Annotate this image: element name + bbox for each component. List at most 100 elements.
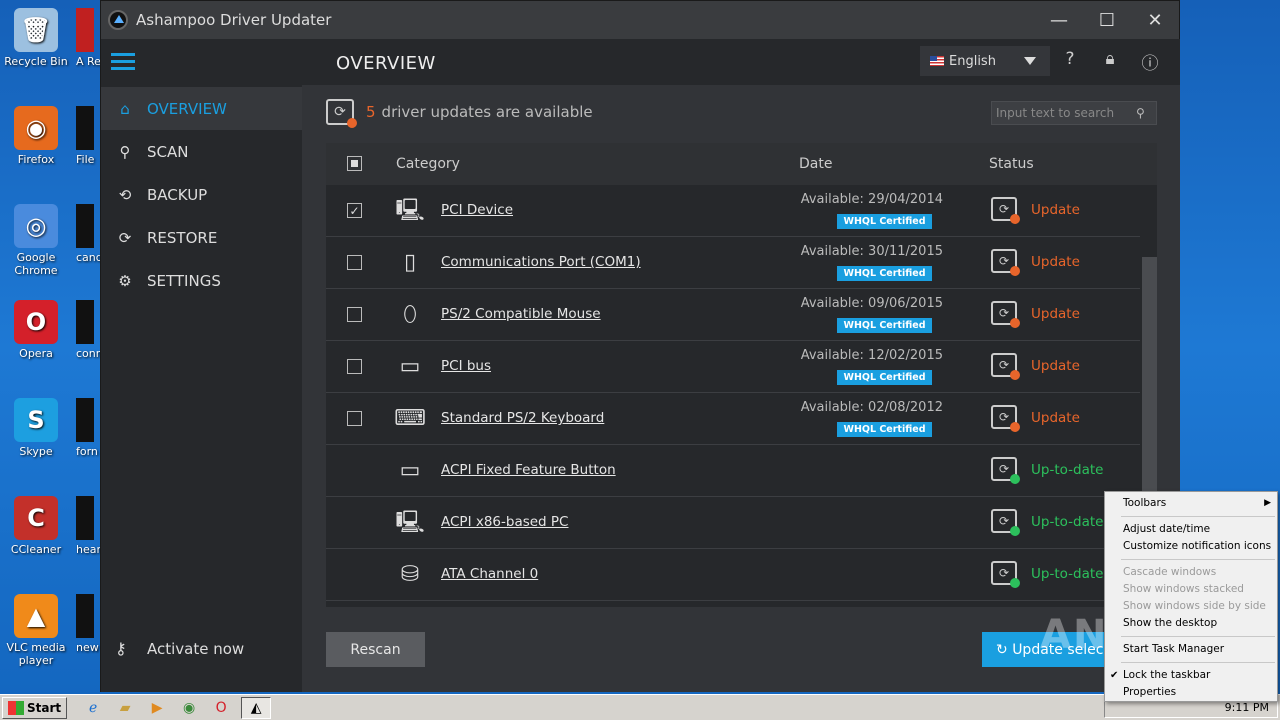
menu-item-label: Show windows side by side <box>1123 600 1266 612</box>
menu-item[interactable]: Adjust date/time <box>1105 521 1277 538</box>
info-icon[interactable]: ⓘ <box>1138 49 1162 74</box>
lock-icon[interactable]: 🔒︎ <box>1098 49 1122 73</box>
menu-item[interactable]: Customize notification icons <box>1105 538 1277 555</box>
menu-item-label: Cascade windows <box>1123 566 1217 578</box>
driver-updater-taskbar-icon[interactable]: ◭ <box>241 696 272 719</box>
partial-desktop-icon[interactable]: A Re <box>76 8 102 68</box>
driver-status[interactable]: Update <box>1031 202 1080 218</box>
driver-status[interactable]: Update <box>1031 410 1080 426</box>
sidebar-item-restore[interactable]: ⟳ RESTORE <box>101 216 302 259</box>
table-row[interactable]: ⛁ ATA Channel 0 ⟳ Up-to-date <box>326 549 1140 601</box>
driver-status[interactable]: Update <box>1031 306 1080 322</box>
sidebar-item-settings[interactable]: ⚙ SETTINGS <box>101 259 302 302</box>
desktop-icon-label: cand <box>76 251 102 264</box>
row-checkbox[interactable] <box>347 411 362 426</box>
partial-desktop-icon[interactable]: new <box>76 594 102 654</box>
chevron-down-icon <box>1024 57 1036 65</box>
rescan-button[interactable]: Rescan <box>326 632 425 667</box>
summary-line: ⟳ 5 driver updates are available <box>326 99 593 128</box>
partial-desktop-icon[interactable]: forn <box>76 398 102 458</box>
row-checkbox[interactable] <box>347 307 362 322</box>
language-label: English <box>949 53 996 69</box>
desktop-icon[interactable]: ▲ VLC media player <box>0 594 72 667</box>
desktop-icon[interactable]: O Opera <box>0 300 72 360</box>
gear-icon: ⚙ <box>118 271 132 290</box>
close-button[interactable]: ✕ <box>1131 1 1179 39</box>
hamburger-menu-icon[interactable] <box>111 53 135 71</box>
device-name-link[interactable]: ACPI Fixed Feature Button <box>441 462 616 478</box>
device-name-link[interactable]: PCI bus <box>441 358 491 374</box>
menu-item[interactable]: ✔ Lock the taskbar <box>1105 667 1277 684</box>
maximize-button[interactable]: ☐ <box>1083 1 1131 39</box>
desktop-icon[interactable]: S Skype <box>0 398 72 458</box>
menu-item[interactable]: Toolbars ▶ <box>1105 495 1277 512</box>
menu-item[interactable]: Show the desktop <box>1105 615 1277 632</box>
explorer-folder-icon[interactable]: ▰ <box>113 697 137 719</box>
device-name-link[interactable]: PS/2 Compatible Mouse <box>441 306 601 322</box>
row-checkbox[interactable] <box>347 255 362 270</box>
clock[interactable]: 9:11 PM <box>1225 701 1269 714</box>
driver-status[interactable]: Update <box>1031 358 1080 374</box>
sidebar: ⌂ OVERVIEW ⚲ SCAN ⟲ BACKUP ⟳ RESTORE ⚙ SETTINGS ⚷… <box>101 39 302 692</box>
column-category: Category <box>396 156 460 172</box>
desktop-icon[interactable]: C CCleaner <box>0 496 72 556</box>
driver-status: Up-to-date <box>1031 514 1104 530</box>
table-row[interactable]: ⌨ Standard PS/2 Keyboard Available: 02/08/… <box>326 393 1140 445</box>
partial-desktop-icon[interactable]: hear <box>76 496 102 556</box>
row-checkbox[interactable] <box>347 359 362 374</box>
partial-desktop-icon[interactable]: conn <box>76 300 102 360</box>
app-window: Ashampoo Driver Updater — ☐ ✕ ⌂ OVERVIEW ⚲… <box>100 0 1180 692</box>
menu-item-label: Customize notification icons <box>1123 540 1272 552</box>
desktop-icon-label: Recycle Bin <box>4 55 68 68</box>
menu-item[interactable]: Properties <box>1105 684 1277 701</box>
pc-tower-icon: 🖳 <box>395 198 425 223</box>
device-name-link[interactable]: ACPI x86-based PC <box>441 514 569 530</box>
partial-desktop-icon[interactable]: cand <box>76 204 102 264</box>
search-icon[interactable]: ⚲ <box>1136 106 1156 120</box>
table-row[interactable]: ✓ 🖳 PCI Device Available: 29/04/2014 WHQL Ce… <box>326 185 1140 237</box>
partial-desktop-icon[interactable]: File <box>76 106 102 166</box>
whql-badge: WHQL Certified <box>837 214 932 229</box>
table-row[interactable]: ⬯ PS/2 Compatible Mouse Available: 09/06/2… <box>326 289 1140 341</box>
driver-status[interactable]: Update <box>1031 254 1080 270</box>
minimize-button[interactable]: — <box>1035 1 1083 39</box>
driver-status-icon: ⟳ <box>991 561 1020 588</box>
activate-now-link[interactable]: ⚷ Activate now <box>115 639 244 658</box>
desktop-icon[interactable]: ◎ Google Chrome <box>0 204 72 277</box>
table-row[interactable]: ▯ Communications Port (COM1) Available: 30… <box>326 237 1140 289</box>
search-input[interactable] <box>992 106 1136 120</box>
row-checkbox[interactable]: ✓ <box>347 203 362 218</box>
menu-separator <box>1121 636 1275 637</box>
desktop-icon-label: Skype <box>19 445 53 458</box>
recycle-bin-icon: 🗑 <box>14 8 58 52</box>
table-row[interactable]: 🖳 ACPI x86-based PC ⟳ Up-to-date <box>326 497 1140 549</box>
sidebar-item-backup[interactable]: ⟲ BACKUP <box>101 173 302 216</box>
media-player-icon[interactable]: ▶ <box>145 697 169 719</box>
table-row[interactable]: ▭ ACPI Fixed Feature Button ⟳ Up-to-date <box>326 445 1140 497</box>
language-select[interactable]: English <box>920 46 1050 76</box>
device-name-link[interactable]: ATA Channel 0 <box>441 566 538 582</box>
start-button[interactable]: Start <box>2 696 68 719</box>
title-bar[interactable]: Ashampoo Driver Updater — ☐ ✕ <box>101 1 1179 39</box>
desktop-icon[interactable]: ◉ Firefox <box>0 106 72 166</box>
table-row[interactable]: ▭ PCI bus Available: 12/02/2015 WHQL Certif… <box>326 341 1140 393</box>
opera-icon: O <box>14 300 58 344</box>
whql-badge: WHQL Certified <box>837 370 932 385</box>
ie-icon[interactable]: ℯ <box>81 697 105 719</box>
device-name-link[interactable]: Communications Port (COM1) <box>441 254 641 270</box>
opera-taskbar-icon[interactable]: O <box>209 697 233 719</box>
chrome-taskbar-icon[interactable]: ◉ <box>177 697 201 719</box>
start-label: Start <box>27 700 62 715</box>
desktop-icon[interactable]: 🗑 Recycle Bin <box>0 8 72 68</box>
menu-item[interactable]: Start Task Manager <box>1105 641 1277 658</box>
us-flag-icon <box>930 56 944 66</box>
menu-item: Show windows side by side <box>1105 598 1277 615</box>
device-name-link[interactable]: Standard PS/2 Keyboard <box>441 410 604 426</box>
select-all-checkbox[interactable] <box>347 156 362 171</box>
desktop-icon-label: new <box>76 641 99 654</box>
device-name-link[interactable]: PCI Device <box>441 202 513 218</box>
file-icon <box>76 106 94 150</box>
sidebar-item-overview[interactable]: ⌂ OVERVIEW <box>101 87 302 130</box>
sidebar-item-scan[interactable]: ⚲ SCAN <box>101 130 302 173</box>
help-icon[interactable]: ? <box>1058 49 1082 73</box>
